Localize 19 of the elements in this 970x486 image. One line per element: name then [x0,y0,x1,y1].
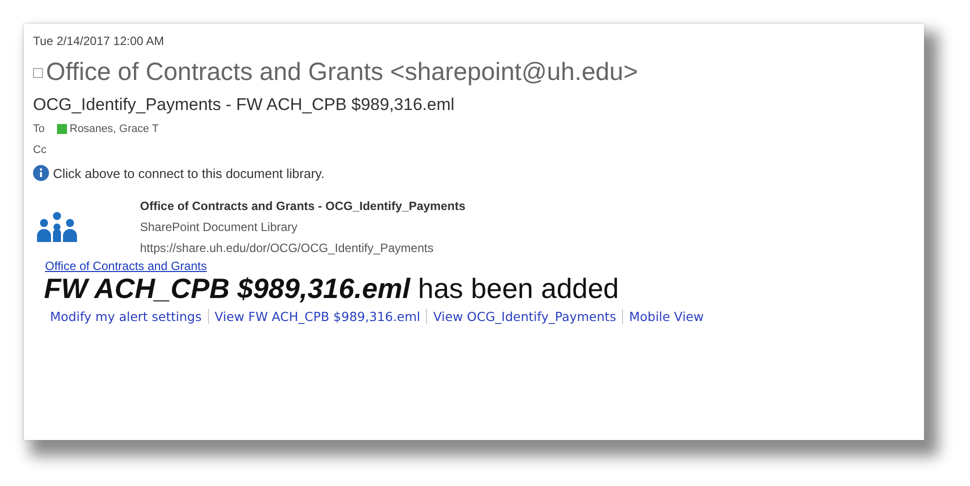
info-icon [33,165,49,181]
library-url: https://share.uh.edu/dor/OCG/OCG_Identify_Payments [140,241,434,255]
alert-headline: FW ACH_CPB $989,316.eml has been added [43,274,620,305]
site-link[interactable]: Office of Contracts and Grants [33,259,207,273]
footer-link[interactable]: Modify my alert settings [50,308,208,324]
recipient-name[interactable]: Rosanes, Grace T [70,123,159,135]
cc-label: Cc [33,144,46,156]
footer-link[interactable]: View OCG_Identify_Payments [426,308,622,324]
to-label: To [33,123,45,135]
sent-date: Tue 2/14/2017 12:00 AM [33,34,165,48]
info-message: Click above to connect to this document library. [53,166,324,180]
footer-link[interactable]: View FW ACH_CPB $989,316.eml [208,308,426,324]
people-icon [36,212,78,242]
footer-link[interactable]: Mobile View [622,308,710,324]
library-title: Office of Contracts and Grants - OCG_Identify_Payments [140,199,466,213]
email-subject: OCG_Identify_Payments - FW ACH_CPB $989,316.eml [33,95,456,115]
sender-name: Office of Contracts and Grants <sharepoint@uh.edu> [46,58,638,87]
library-type: SharePoint Document Library [140,220,298,234]
checkbox-icon [33,68,43,78]
